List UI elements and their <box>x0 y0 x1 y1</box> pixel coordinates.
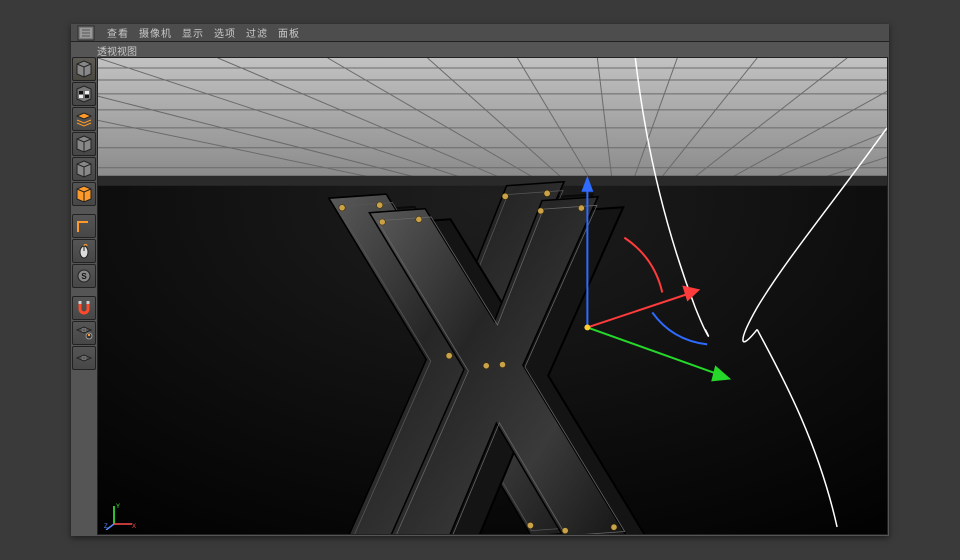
cube2-tool[interactable] <box>72 132 96 156</box>
material-tool[interactable] <box>72 82 96 106</box>
magnet-tool[interactable] <box>72 296 96 320</box>
app-logo-icon <box>75 24 97 42</box>
mesh-tool[interactable] <box>72 321 96 345</box>
cube4-tool[interactable] <box>72 182 96 206</box>
svg-text:S: S <box>81 272 87 281</box>
axis-indicator: Y X Z <box>104 500 138 530</box>
layers-tool[interactable] <box>72 107 96 131</box>
snap-tool[interactable]: S <box>72 264 96 288</box>
menu-camera[interactable]: 摄像机 <box>139 25 172 40</box>
tool-column: S <box>72 57 96 370</box>
grid-floor <box>98 58 887 186</box>
menu-view[interactable]: 查看 <box>107 25 129 40</box>
menu-options[interactable]: 选项 <box>214 25 236 40</box>
menu-panel[interactable]: 面板 <box>278 25 300 40</box>
view-label: 透视视图 <box>97 43 137 57</box>
menu-bar: 查看 摄像机 显示 选项 过滤 面板 <box>71 24 889 42</box>
viewport-3d[interactable]: Y X Z <box>97 57 888 535</box>
cube3-tool[interactable] <box>72 157 96 181</box>
axis-x-label: X <box>132 524 136 530</box>
menu-display[interactable]: 显示 <box>182 25 204 40</box>
view-label-text: 透视视图 <box>97 43 137 58</box>
app-window: 查看 摄像机 显示 选项 过滤 面板 透视视图 <box>71 24 889 536</box>
axis-y-label: Y <box>116 504 120 510</box>
menu-filter[interactable]: 过滤 <box>246 25 268 40</box>
mouse-tool[interactable] <box>72 239 96 263</box>
cube-tool[interactable] <box>72 57 96 81</box>
axis-z-label: Z <box>104 524 108 530</box>
axis-tool[interactable] <box>72 214 96 238</box>
mesh2-tool[interactable] <box>72 346 96 370</box>
